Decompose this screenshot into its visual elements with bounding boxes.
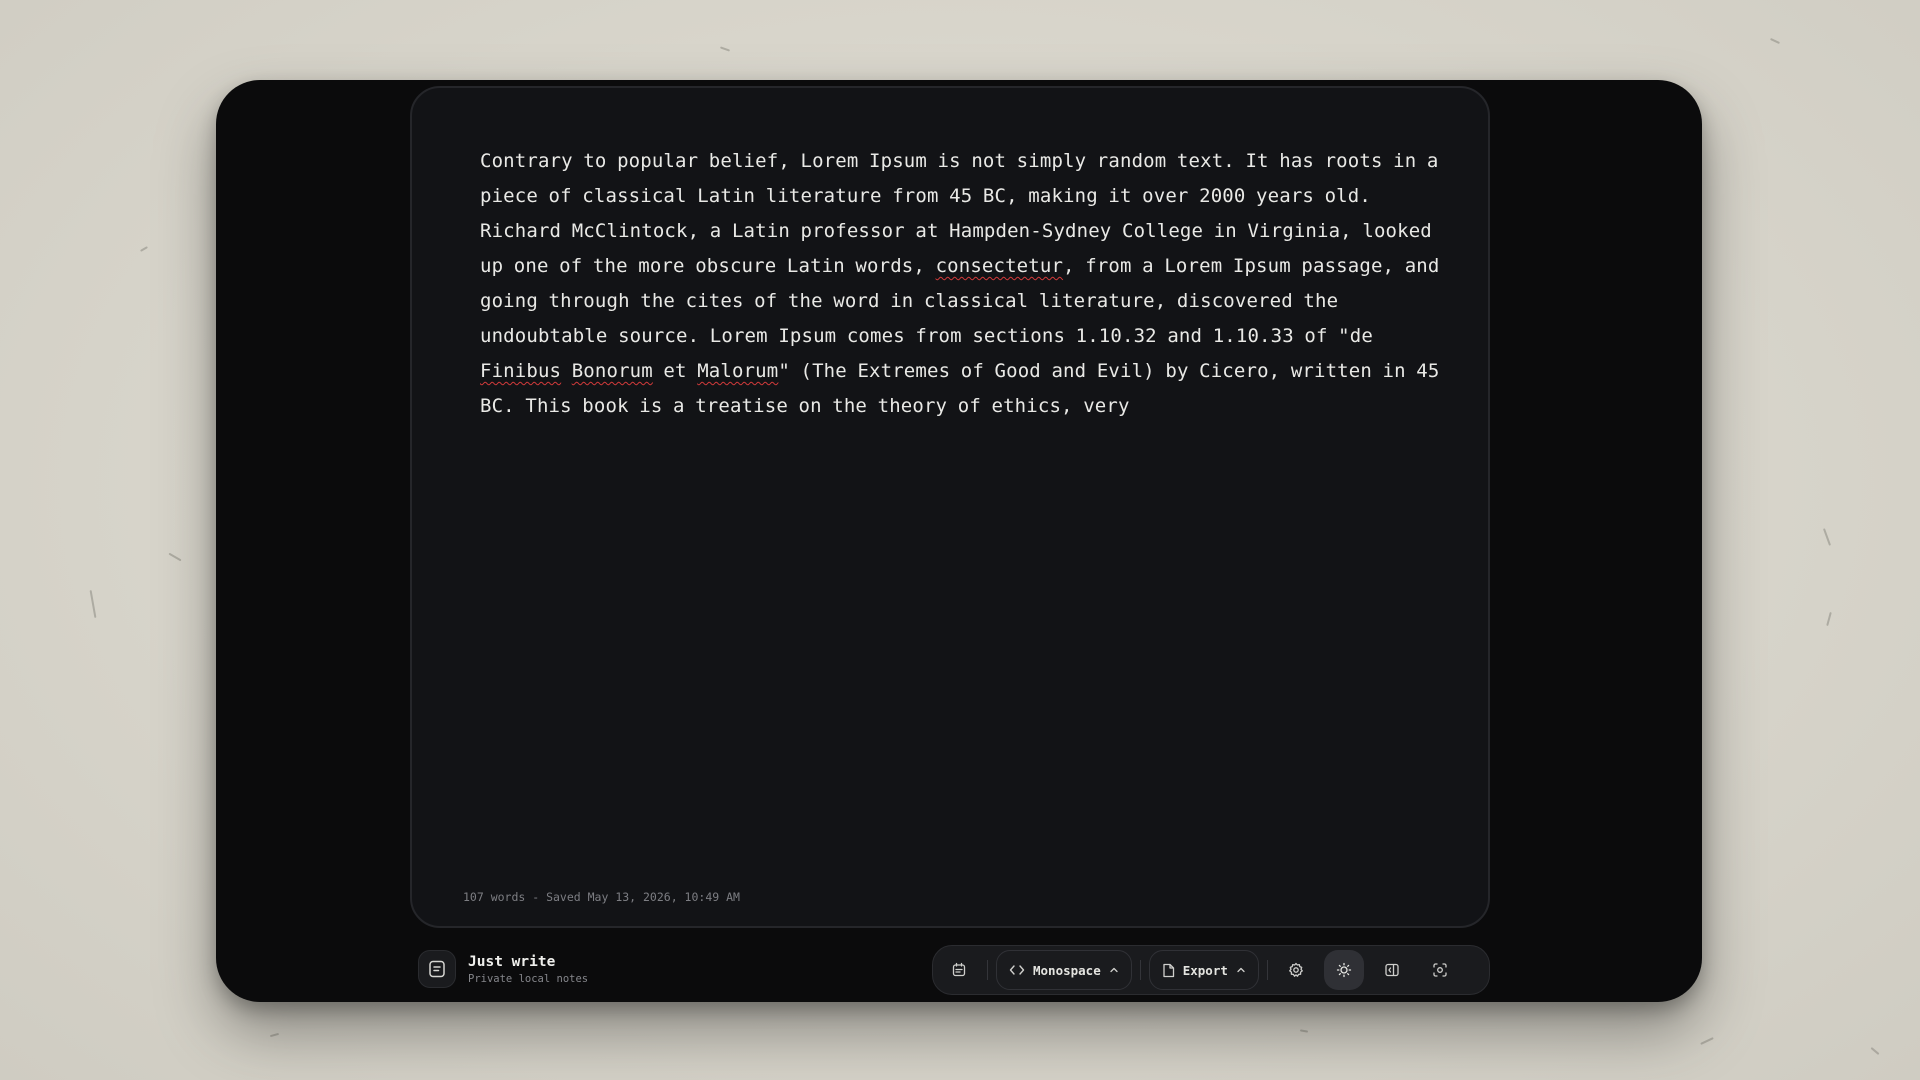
misspelled-word: Bonorum (571, 360, 653, 382)
export-label: Export (1182, 962, 1228, 978)
editor-panel[interactable]: Contrary to popular belief, Lorem Ipsum … (410, 86, 1490, 928)
sun-icon (1336, 962, 1352, 978)
toolbar-divider (1266, 960, 1268, 980)
misspelled-word: Malorum (697, 360, 779, 382)
export-button[interactable]: Export (1148, 950, 1259, 990)
theme-toggle-button[interactable] (1323, 950, 1364, 990)
notes-list-button[interactable] (939, 950, 979, 990)
toolbar-divider (987, 960, 988, 980)
brand-title: Just write (468, 953, 556, 970)
panel-toggle-button[interactable] (1372, 950, 1412, 990)
chevron-up-icon (1236, 966, 1246, 974)
misspelled-word: consectetur (935, 255, 1064, 277)
word-count-status: 107 words - Saved May 13, 2026, 10:49 AM (463, 890, 740, 904)
font-selector-label: Monospace (1033, 962, 1101, 978)
notes-list-icon (951, 962, 967, 978)
code-icon (1009, 964, 1025, 976)
misspelled-word: Finibus (480, 360, 562, 382)
focus-mode-button[interactable] (1420, 950, 1460, 990)
gear-icon (1288, 962, 1304, 978)
toolbar: Monospace Export (932, 945, 1490, 995)
file-icon (1162, 963, 1175, 978)
font-selector-button[interactable]: Monospace (996, 950, 1132, 990)
focus-icon (1432, 962, 1448, 978)
app-window: Contrary to popular belief, Lorem Ipsum … (216, 80, 1702, 1002)
brand: Just write Private local notes (418, 950, 588, 988)
editor-text-area[interactable]: Contrary to popular belief, Lorem Ipsum … (480, 144, 1440, 424)
brand-subtitle: Private local notes (468, 972, 589, 985)
note-icon (418, 950, 456, 988)
panel-toggle-icon (1384, 962, 1400, 978)
toolbar-divider (1139, 960, 1141, 980)
editor-text-run (561, 360, 572, 382)
editor-text-run: et (652, 360, 698, 382)
chevron-up-icon (1109, 966, 1119, 974)
settings-button[interactable] (1276, 950, 1316, 990)
